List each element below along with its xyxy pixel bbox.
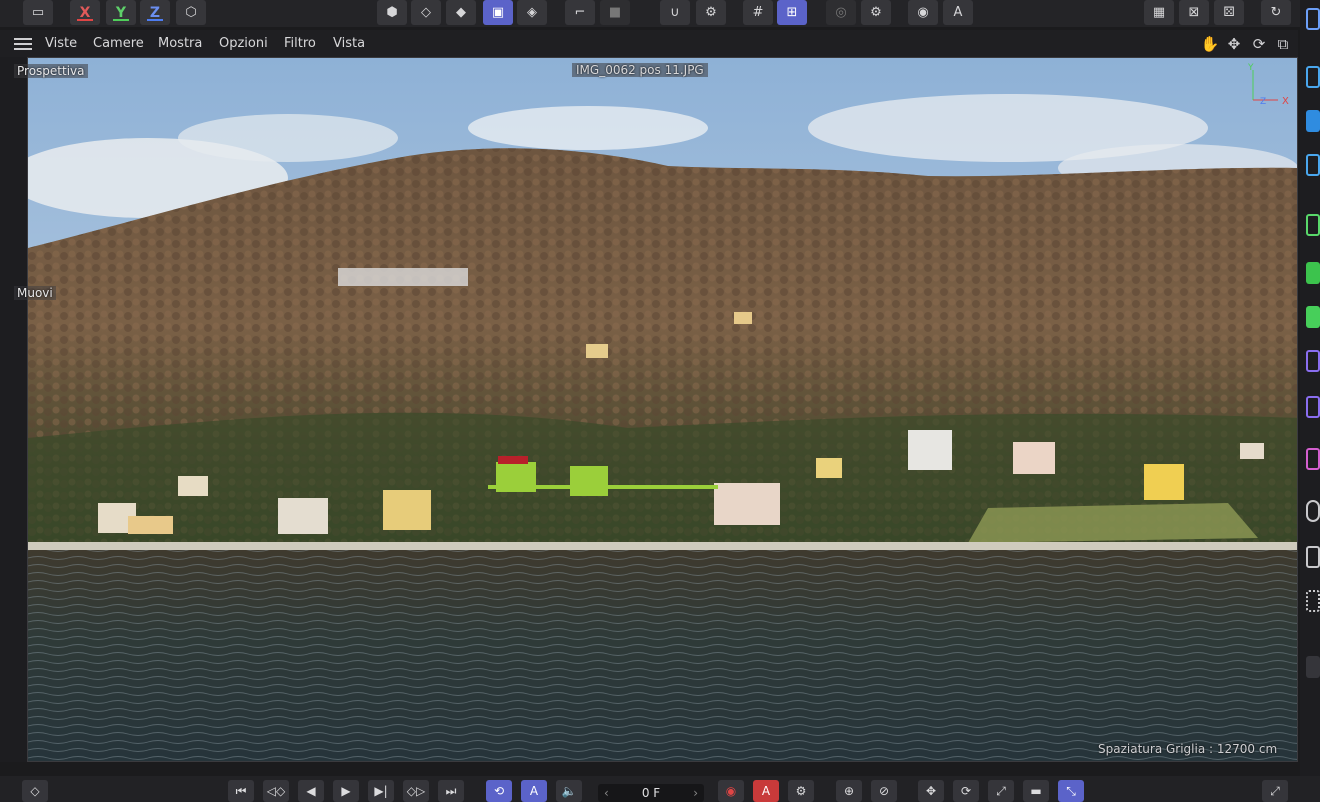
edges-mode-icon[interactable]: ◇ xyxy=(411,0,441,25)
grid-spacing-label: Spaziatura Griglia : 12700 cm xyxy=(1098,742,1278,756)
go-to-end-icon[interactable]: ⏭ xyxy=(438,780,464,802)
visibility-eye-icon[interactable]: ◉ xyxy=(908,0,938,25)
next-key-icon[interactable]: ◇▷ xyxy=(403,780,429,802)
perspective-viewport[interactable]: Y Z X xyxy=(27,57,1298,762)
move-view-icon[interactable]: ✥ xyxy=(1224,34,1244,54)
viewport-menu-bar: Viste Camere Mostra Opzioni Filtro Vista… xyxy=(0,30,1298,57)
go-to-start-icon[interactable]: ⏮ xyxy=(228,780,254,802)
key-pla-icon[interactable]: ⤢ xyxy=(988,780,1014,802)
pan-hand-icon[interactable]: ✋ xyxy=(1200,34,1220,54)
svg-text:X: X xyxy=(1282,96,1289,107)
x-axis-underline xyxy=(77,19,93,21)
extra-tool-icon[interactable] xyxy=(1306,656,1320,678)
frame-increase-icon[interactable]: › xyxy=(693,786,698,800)
key-scale-icon[interactable]: ✥ xyxy=(918,780,944,802)
y-axis-lock-button[interactable]: Y xyxy=(106,0,136,25)
background-photo: Y Z X xyxy=(28,58,1297,761)
render-settings-icon[interactable]: ⚙ xyxy=(861,0,891,25)
hamburger-menu-icon[interactable] xyxy=(14,38,32,50)
polygons-mode-icon[interactable]: ◆ xyxy=(446,0,476,25)
menu-camere[interactable]: Camere xyxy=(93,36,144,51)
loop-icon[interactable]: ⟲ xyxy=(486,780,512,802)
previous-frame-icon[interactable]: ◀ xyxy=(298,780,324,802)
current-frame-value: 0 F xyxy=(641,786,661,800)
right-tool-palette xyxy=(1300,0,1320,802)
maximize-view-icon[interactable]: ⧉ xyxy=(1273,34,1293,54)
frame-decrease-icon[interactable]: ‹ xyxy=(604,786,609,800)
environment-sphere-icon[interactable] xyxy=(1306,500,1320,522)
background-image-label[interactable]: IMG_0062 pos 11.JPG xyxy=(572,63,708,77)
field-icon[interactable] xyxy=(1306,448,1320,470)
key-param-icon[interactable]: ⟳ xyxy=(953,780,979,802)
play-icon[interactable]: ▶ xyxy=(333,780,359,802)
z-axis-lock-button[interactable]: Z xyxy=(140,0,170,25)
workplane-icon[interactable]: ⌐ xyxy=(565,0,595,25)
layout-icon[interactable]: ▦ xyxy=(1144,0,1174,25)
y-axis-underline xyxy=(113,19,129,21)
motion-path-icon[interactable]: ⤡ xyxy=(1058,780,1084,802)
camera-name-label[interactable]: Prospettiva xyxy=(14,64,88,78)
model-mode-icon[interactable]: ▣ xyxy=(483,0,513,25)
mograph-effector-icon[interactable] xyxy=(1306,306,1320,328)
points-mode-icon[interactable]: ⬢ xyxy=(377,0,407,25)
attribute-a-icon[interactable]: A xyxy=(943,0,973,25)
refresh-icon[interactable]: ↻ xyxy=(1261,0,1291,25)
expand-timeline-icon[interactable]: ⤢ xyxy=(1262,780,1288,802)
coordinate-system-icon[interactable]: ⬡ xyxy=(176,0,206,25)
auto-key-icon[interactable]: A xyxy=(521,780,547,802)
menu-opzioni[interactable]: Opzioni xyxy=(219,36,268,51)
axis-mode-icon[interactable]: ■ xyxy=(600,0,630,25)
autokey-record-icon[interactable]: A xyxy=(753,780,779,802)
menu-mostra[interactable]: Mostra xyxy=(158,36,202,51)
top-toolbar: ▭ X Y Z ⬡ ⬢ ◇ ◆ ▣ ◈ ⌐ ■ ∪ ⚙ # ⊞ ◎ ⚙ ◉ A … xyxy=(0,0,1320,27)
move-tool-hint: Muovi xyxy=(14,286,56,300)
render-target-icon[interactable]: ◎ xyxy=(826,0,856,25)
camera-object-icon[interactable] xyxy=(1306,546,1320,568)
next-frame-icon[interactable]: ▶| xyxy=(368,780,394,802)
key-point-icon[interactable]: ▬ xyxy=(1023,780,1049,802)
cloner-icon[interactable] xyxy=(1306,262,1320,284)
keyframe-diamond-icon[interactable]: ◇ xyxy=(22,780,48,802)
menu-vista[interactable]: Vista xyxy=(333,36,365,51)
light-object-icon[interactable] xyxy=(1306,590,1320,612)
left-edge-strip xyxy=(0,57,27,762)
workplane-grid-icon[interactable]: ⊞ xyxy=(777,0,807,25)
snap-settings-gear-icon[interactable]: ⚙ xyxy=(696,0,726,25)
render-region-icon[interactable]: ▭ xyxy=(23,0,53,25)
key-position-icon[interactable]: ⊕ xyxy=(836,780,862,802)
scripts-icon[interactable]: ⚄ xyxy=(1214,0,1244,25)
move-tool-icon[interactable] xyxy=(1306,8,1320,30)
grid-icon[interactable]: # xyxy=(743,0,773,25)
svg-text:Y: Y xyxy=(1247,63,1254,73)
cube-object-icon[interactable] xyxy=(1306,110,1320,132)
deformer-icon[interactable] xyxy=(1306,350,1320,372)
uv-mode-icon[interactable]: ◈ xyxy=(517,0,547,25)
snap-magnet-icon[interactable]: ∪ xyxy=(660,0,690,25)
menu-filtro[interactable]: Filtro xyxy=(284,36,316,51)
menu-viste[interactable]: Viste xyxy=(45,36,77,51)
previous-key-icon[interactable]: ◁◇ xyxy=(263,780,289,802)
z-axis-underline xyxy=(147,19,163,21)
svg-text:Z: Z xyxy=(1260,97,1266,107)
generator-icon[interactable] xyxy=(1306,214,1320,236)
cube-primitive-icon[interactable] xyxy=(1306,66,1320,88)
key-rotation-icon[interactable]: ⊘ xyxy=(871,780,897,802)
bend-deformer-icon[interactable] xyxy=(1306,396,1320,418)
current-frame-field[interactable]: ‹ 0 F › xyxy=(598,784,704,802)
orbit-icon[interactable]: ⟳ xyxy=(1249,34,1269,54)
x-axis-lock-button[interactable]: X xyxy=(70,0,100,25)
node-editor-icon[interactable]: ⊠ xyxy=(1179,0,1209,25)
keyframe-settings-icon[interactable]: ⚙ xyxy=(788,780,814,802)
spline-icon[interactable] xyxy=(1306,154,1320,176)
record-icon[interactable]: ◉ xyxy=(718,780,744,802)
sound-icon[interactable]: 🔈 xyxy=(556,780,582,802)
